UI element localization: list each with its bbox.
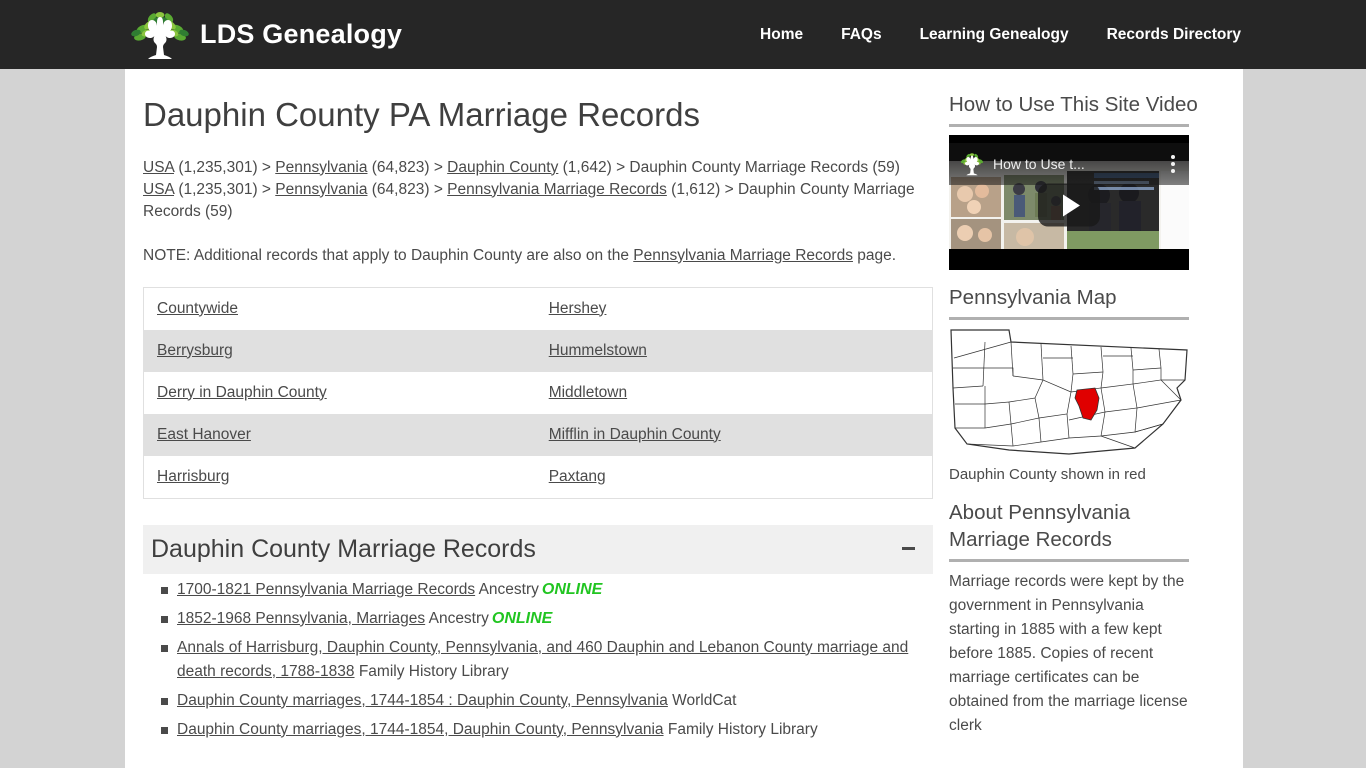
status-badge: ONLINE [541, 580, 603, 598]
video-embed[interactable]: How to Use t... [949, 135, 1189, 270]
place-link[interactable]: Paxtang [549, 468, 606, 485]
place-link[interactable]: Berrysburg [157, 342, 233, 359]
kebab-menu-icon[interactable] [1171, 155, 1181, 173]
table-row: East Hanover Mifflin in Dauphin County [143, 413, 933, 456]
places-table: Countywide Hershey Berrysburg Hummelstown De… [143, 286, 933, 499]
table-cell: Hershey [539, 287, 933, 330]
brand-name: LDS Genealogy [200, 19, 403, 49]
nav-item-records-directory[interactable]: Records Directory [1107, 26, 1241, 44]
page-container: Dauphin County PA Marriage Records USA (… [125, 69, 1243, 768]
record-link[interactable]: Annals of Harrisburg, Dauphin County, Pe… [177, 639, 908, 680]
breadcrumb-link[interactable]: Pennsylvania Marriage Records [447, 181, 667, 198]
list-item: 1700-1821 Pennsylvania Marriage Records … [143, 578, 943, 602]
place-link[interactable]: Harrisburg [157, 468, 229, 485]
play-button-icon[interactable] [1038, 183, 1100, 227]
page-title: Dauphin County PA Marriage Records [143, 96, 701, 133]
table-cell: Mifflin in Dauphin County [539, 414, 933, 456]
breadcrumb: USA (1,235,301) > Pennsylvania (64,823) … [143, 157, 933, 223]
nav-item-home[interactable]: Home [760, 26, 803, 44]
table-cell: Berrysburg [144, 330, 539, 372]
records-section-title: Dauphin County Marriage Records [151, 534, 536, 563]
breadcrumb-link[interactable]: Dauphin County [447, 159, 558, 176]
about-section-body: Marriage records were kept by the govern… [949, 573, 1188, 734]
list-item: Annals of Harrisburg, Dauphin County, Pe… [143, 636, 943, 684]
main-navigation: Home FAQs Learning Genealogy Records Dir… [760, 26, 1241, 44]
place-link[interactable]: Hershey [549, 300, 607, 317]
table-cell: East Hanover [144, 414, 539, 456]
tree-logo-icon [960, 153, 984, 176]
place-link[interactable]: Hummelstown [549, 342, 647, 359]
table-cell: Hummelstown [539, 330, 933, 372]
map-image [949, 328, 1189, 458]
table-row: Derry in Dauphin County Middletown [143, 371, 933, 414]
nav-item-learning-genealogy[interactable]: Learning Genealogy [920, 26, 1069, 44]
list-item: 1852-1968 Pennsylvania, Marriages Ancest… [143, 607, 943, 631]
video-title: How to Use t... [993, 156, 1085, 172]
record-source: Ancestry [425, 609, 489, 627]
breadcrumb-line-2: USA (1,235,301) > Pennsylvania (64,823) … [143, 179, 933, 223]
note-before: NOTE: Additional records that apply to D… [143, 246, 634, 264]
record-source: Ancestry [475, 580, 539, 598]
record-link[interactable]: 1852-1968 Pennsylvania, Marriages [177, 610, 425, 627]
divider [949, 559, 1189, 562]
table-row: Berrysburg Hummelstown [143, 329, 933, 372]
table-cell: Harrisburg [144, 456, 539, 499]
nav-item-faqs[interactable]: FAQs [841, 26, 881, 44]
site-header: LDS Genealogy Home FAQs Learning Genealo… [0, 0, 1366, 69]
breadcrumb-text: (1,642) > Dauphin County Marriage Record… [558, 158, 900, 176]
divider [949, 124, 1189, 127]
note-text: NOTE: Additional records that apply to D… [143, 245, 933, 267]
place-link[interactable]: Countywide [157, 300, 238, 317]
note-link-pennsylvania-marriage-records[interactable]: Pennsylvania Marriage Records [633, 247, 853, 264]
map-caption: Dauphin County shown in red [949, 466, 1146, 483]
video-section-heading: How to Use This Site Video [949, 93, 1198, 116]
breadcrumb-link[interactable]: USA [143, 181, 174, 198]
list-item: Dauphin County marriages, 1744-1854, Dau… [143, 718, 943, 742]
map-section-heading: Pennsylvania Map [949, 286, 1117, 309]
pennsylvania-map: Dauphin County shown in red [949, 328, 1189, 485]
record-link[interactable]: 1700-1821 Pennsylvania Marriage Records [177, 581, 475, 598]
breadcrumb-text: (64,823) > [367, 180, 448, 198]
main-content: Dauphin County PA Marriage Records USA (… [125, 69, 935, 768]
table-cell: Derry in Dauphin County [144, 372, 539, 414]
table-cell: Middletown [539, 372, 933, 414]
table-row: Harrisburg Paxtang [143, 455, 933, 499]
breadcrumb-link[interactable]: USA [143, 159, 174, 176]
record-link[interactable]: Dauphin County marriages, 1744-1854 : Da… [177, 692, 668, 709]
record-source: Family History Library [663, 720, 818, 738]
list-item: Dauphin County marriages, 1744-1854 : Da… [143, 689, 943, 713]
video-title-bar: How to Use t... [949, 143, 1189, 185]
records-section-header[interactable]: Dauphin County Marriage Records [143, 524, 933, 574]
tree-logo-icon [131, 11, 189, 59]
breadcrumb-text: (64,823) > [367, 158, 448, 176]
table-row: Countywide Hershey [143, 287, 933, 330]
brand-logo-link[interactable]: LDS Genealogy [128, 9, 402, 61]
table-cell: Countywide [144, 287, 539, 330]
place-link[interactable]: Derry in Dauphin County [157, 384, 327, 401]
place-link[interactable]: Middletown [549, 384, 627, 401]
place-link[interactable]: Mifflin in Dauphin County [549, 426, 721, 443]
minus-icon[interactable] [902, 547, 915, 551]
sidebar: How to Use This Site Video How to Use t.… [949, 69, 1209, 768]
record-source: Family History Library [354, 662, 509, 680]
breadcrumb-link[interactable]: Pennsylvania [275, 159, 367, 176]
record-source: WorldCat [667, 691, 737, 709]
note-after: page. [852, 246, 897, 264]
records-list: 1700-1821 Pennsylvania Marriage Records … [143, 578, 943, 742]
breadcrumb-line-1: USA (1,235,301) > Pennsylvania (64,823) … [143, 157, 933, 179]
status-badge: ONLINE [491, 609, 553, 627]
breadcrumb-text: (1,235,301) > [174, 158, 276, 176]
about-section-heading: About Pennsylvania Marriage Records [949, 501, 1131, 551]
table-cell: Paxtang [539, 456, 933, 499]
place-link[interactable]: East Hanover [157, 426, 251, 443]
breadcrumb-text: (1,235,301) > [174, 180, 276, 198]
record-link[interactable]: Dauphin County marriages, 1744-1854, Dau… [177, 721, 664, 738]
breadcrumb-link[interactable]: Pennsylvania [275, 181, 367, 198]
divider [949, 317, 1189, 320]
